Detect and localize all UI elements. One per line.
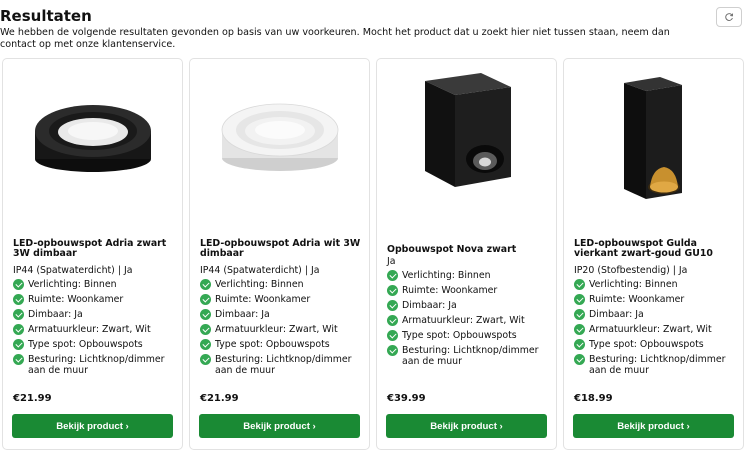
feature-item: Ruimte: Woonkamer [200,294,368,306]
product-image[interactable] [3,59,182,231]
check-icon [200,324,211,336]
feature-item: Verlichting: Binnen [13,279,181,290]
check-icon [574,354,585,366]
feature-item: Besturing: Lichtknop/dimmer aan de muur [200,354,368,376]
feature-list: Verlichting: Binnen Ruimte: Woonkamer Di… [13,279,181,381]
check-icon [200,309,211,321]
feature-list: Verlichting: Binnen Ruimte: Woonkamer Di… [574,279,742,381]
feature-item: Armatuurkleur: Zwart, Wit [13,324,181,336]
check-icon [200,294,211,306]
check-icon [574,294,585,306]
feature-item: Armatuurkleur: Zwart, Wit [200,324,368,336]
product-price: €18.99 [574,393,613,404]
check-icon [387,270,398,281]
feature-item: Type spot: Opbouwspots [13,339,181,351]
feature-item: Dimbaar: Ja [574,309,742,321]
feature-item: Besturing: Lichtknop/dimmer aan de muur [574,354,742,376]
results-header: Resultaten We hebben de volgende resulta… [0,6,750,51]
check-icon [574,339,585,351]
product-name[interactable]: LED-opbouwspot Gulda vierkant zwart-goud… [574,239,739,259]
product-subtitle: Ja [387,256,396,267]
check-icon [13,294,24,306]
check-icon [200,354,211,366]
product-price: €21.99 [13,393,52,404]
feature-list: Verlichting: Binnen Ruimte: Woonkamer Di… [200,279,368,381]
product-card: LED-opbouwspot Gulda vierkant zwart-goud… [563,58,744,450]
check-icon [200,339,211,351]
product-price: €21.99 [200,393,239,404]
view-product-button[interactable]: Bekijk product › [386,414,547,438]
feature-item: Type spot: Opbouwspots [574,339,742,351]
product-name[interactable]: LED-opbouwspot Adria zwart 3W dimbaar [13,239,178,259]
feature-item: Besturing: Lichtknop/dimmer aan de muur [387,345,555,367]
check-icon [387,330,398,342]
check-icon [13,324,24,336]
feature-item: Besturing: Lichtknop/dimmer aan de muur [13,354,181,376]
check-icon [574,279,585,290]
feature-item: Ruimte: Woonkamer [574,294,742,306]
product-subtitle: IP44 (Spatwaterdicht) | Ja [200,265,320,276]
feature-item: Verlichting: Binnen [387,270,555,281]
refresh-icon [725,13,734,21]
view-product-button[interactable]: Bekijk product › [12,414,173,438]
feature-item: Dimbaar: Ja [387,300,555,312]
feature-item: Type spot: Opbouwspots [387,330,555,342]
feature-list: Verlichting: Binnen Ruimte: Woonkamer Di… [387,270,555,372]
view-product-button[interactable]: Bekijk product › [199,414,360,438]
product-name[interactable]: Opbouwspot Nova zwart [387,245,552,255]
feature-item: Type spot: Opbouwspots [200,339,368,351]
page-title: Resultaten [0,7,92,25]
check-icon [200,279,211,290]
check-icon [574,324,585,336]
check-icon [387,285,398,297]
feature-item: Verlichting: Binnen [574,279,742,290]
product-name[interactable]: LED-opbouwspot Adria wit 3W dimbaar [200,239,365,259]
check-icon [387,315,398,327]
feature-item: Dimbaar: Ja [200,309,368,321]
feature-item: Armatuurkleur: Zwart, Wit [387,315,555,327]
refresh-button[interactable] [716,7,742,27]
check-icon [13,279,24,290]
feature-item: Ruimte: Woonkamer [387,285,555,297]
product-subtitle: IP44 (Spatwaterdicht) | Ja [13,265,133,276]
check-icon [387,345,398,357]
feature-item: Dimbaar: Ja [13,309,181,321]
product-card: Opbouwspot Nova zwart Ja Verlichting: Bi… [376,58,557,450]
product-image[interactable] [377,59,556,231]
feature-item: Verlichting: Binnen [200,279,368,290]
product-price: €39.99 [387,393,426,404]
results-intro: We hebben de volgende resultaten gevonde… [0,27,670,50]
product-image[interactable] [564,59,743,231]
feature-item: Ruimte: Woonkamer [13,294,181,306]
product-grid: LED-opbouwspot Adria zwart 3W dimbaar IP… [2,58,748,450]
product-subtitle: IP20 (Stofbestendig) | Ja [574,265,688,276]
check-icon [574,309,585,321]
product-card: LED-opbouwspot Adria zwart 3W dimbaar IP… [2,58,183,450]
view-product-button[interactable]: Bekijk product › [573,414,734,438]
product-image[interactable] [190,59,369,231]
check-icon [13,339,24,351]
check-icon [13,309,24,321]
feature-item: Armatuurkleur: Zwart, Wit [574,324,742,336]
check-icon [13,354,24,366]
check-icon [387,300,398,312]
product-card: LED-opbouwspot Adria wit 3W dimbaar IP44… [189,58,370,450]
